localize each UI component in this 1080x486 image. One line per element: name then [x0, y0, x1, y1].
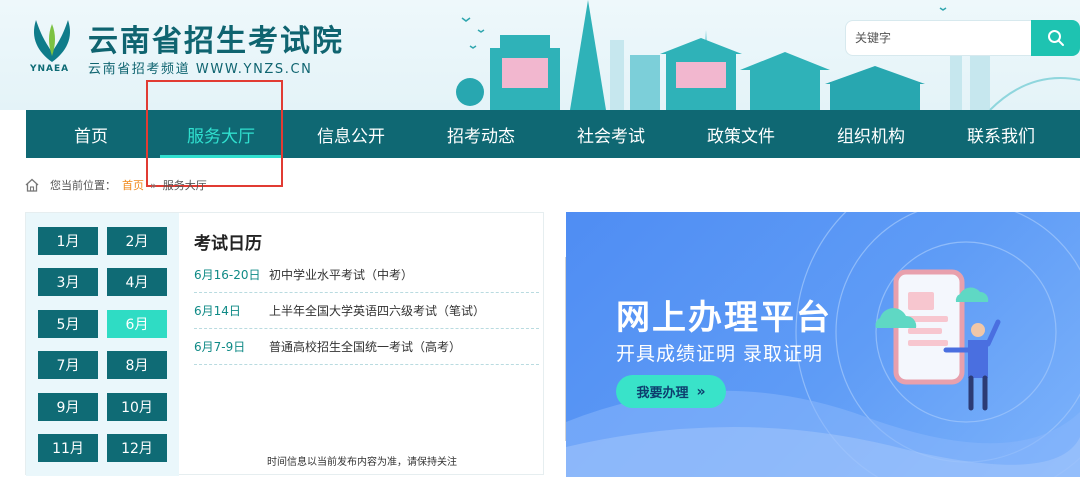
- nav-item-policy-docs[interactable]: 政策文件: [676, 110, 806, 158]
- month-button-3[interactable]: 3月: [38, 268, 98, 296]
- nav-item-admission-news[interactable]: 招考动态: [416, 110, 546, 158]
- month-button-11[interactable]: 11月: [38, 434, 98, 462]
- month-button-4[interactable]: 4月: [107, 268, 167, 296]
- breadcrumb-home-link[interactable]: 首页: [122, 177, 144, 193]
- search-icon: [1047, 30, 1064, 46]
- banner-title: 网上办理平台: [616, 298, 832, 338]
- list-item[interactable]: 6月7-9日 普通高校招生全国统一考试（高考）: [194, 329, 539, 365]
- event-name: 普通高校招生全国统一考试（高考）: [269, 340, 462, 354]
- month-button-5[interactable]: 5月: [38, 310, 98, 338]
- calendar-title: 考试日历: [194, 234, 262, 254]
- list-item[interactable]: 6月14日 上半年全国大学英语四六级考试（笔试）: [194, 293, 539, 329]
- event-date: 6月7-9日: [194, 340, 246, 354]
- event-list: 考试日历 6月16-20日 初中学业水平考试（中考） 6月14日 上半年全国大学…: [179, 213, 568, 476]
- apply-button-label: 我要办理: [636, 386, 689, 401]
- calendar-note: 时间信息以当前发布内容为准，请保持关注: [267, 457, 457, 468]
- apply-online-button[interactable]: 我要办理 »: [616, 375, 726, 408]
- breadcrumb-current: 服务大厅: [162, 179, 207, 192]
- home-icon: [25, 178, 39, 192]
- search-input[interactable]: [845, 20, 1031, 56]
- nav-item-organization[interactable]: 组织机构: [806, 110, 936, 158]
- month-button-9[interactable]: 9月: [38, 393, 98, 421]
- online-service-banner[interactable]: 网上办理平台 开具成绩证明 录取证明 我要办理 »: [566, 212, 1080, 477]
- month-button-8[interactable]: 8月: [107, 351, 167, 379]
- nav-item-info-disclosure[interactable]: 信息公开: [286, 110, 416, 158]
- double-chevron-right-icon: »: [696, 383, 706, 400]
- month-button-2[interactable]: 2月: [107, 227, 167, 255]
- breadcrumb-separator: »: [150, 178, 157, 192]
- month-button-1[interactable]: 1月: [38, 227, 98, 255]
- exam-calendar-panel: 1月 2月 3月 4月 5月 6月 7月 8月 9月 10月 11月 12月 考…: [25, 212, 568, 476]
- month-button-6[interactable]: 6月: [107, 310, 167, 338]
- nav-item-social-exams[interactable]: 社会考试: [546, 110, 676, 158]
- month-button-12[interactable]: 12月: [107, 434, 167, 462]
- site-header: YNAEA 云南省招生考试院 云南省招考频道 WWW.YNZS.CN: [0, 0, 1080, 110]
- breadcrumb-label: 您当前位置：: [50, 179, 116, 192]
- month-button-7[interactable]: 7月: [38, 351, 98, 379]
- month-selector: 1月 2月 3月 4月 5月 6月 7月 8月 9月 10月 11月 12月: [26, 213, 179, 476]
- event-date: 6月14日: [194, 304, 241, 318]
- logo-abbreviation: YNAEA: [30, 64, 70, 74]
- event-name: 上半年全国大学英语四六级考试（笔试）: [269, 304, 486, 318]
- list-item[interactable]: 6月16-20日 初中学业水平考试（中考）: [194, 257, 539, 293]
- main-nav: 首页 服务大厅 信息公开 招考动态 社会考试 政策文件 组织机构 联系我们: [26, 110, 1080, 158]
- search-box: [845, 20, 1080, 56]
- event-name: 初中学业水平考试（中考）: [269, 268, 414, 282]
- nav-item-home[interactable]: 首页: [26, 110, 156, 158]
- breadcrumb: 您当前位置： 首页 » 服务大厅: [24, 176, 207, 194]
- search-button[interactable]: [1031, 20, 1080, 56]
- site-title[interactable]: 云南省招生考试院: [88, 16, 344, 60]
- event-date: 6月16-20日: [194, 268, 261, 282]
- banner-subtitle: 开具成绩证明 录取证明: [616, 343, 824, 365]
- nav-item-service-hall[interactable]: 服务大厅: [156, 110, 286, 158]
- month-button-10[interactable]: 10月: [107, 393, 167, 421]
- nav-item-contact[interactable]: 联系我们: [936, 110, 1066, 158]
- site-subtitle: 云南省招考频道 WWW.YNZS.CN: [88, 62, 313, 77]
